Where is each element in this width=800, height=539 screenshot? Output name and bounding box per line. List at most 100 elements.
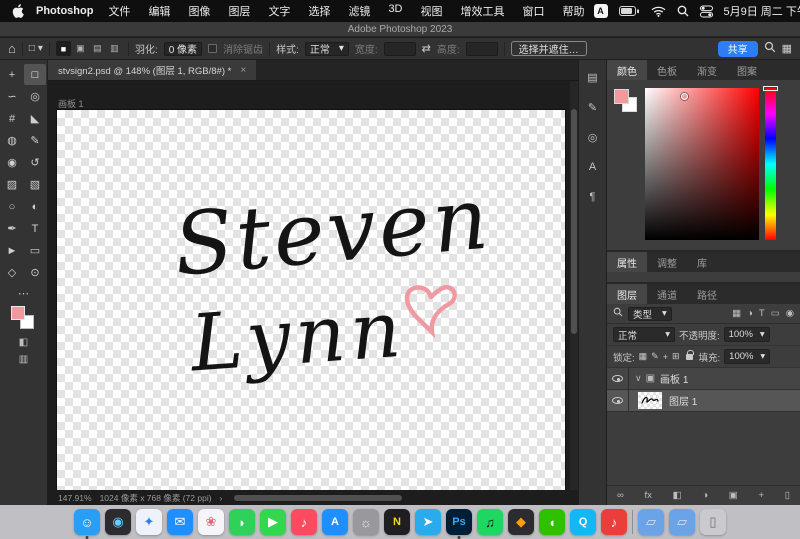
saturation-brightness-field[interactable] — [645, 88, 759, 240]
lock-position[interactable]: + — [663, 352, 668, 362]
tool-type[interactable]: T — [24, 218, 46, 239]
tool-move[interactable]: + — [1, 64, 23, 85]
style-select[interactable]: 正常 ▾ — [305, 42, 349, 56]
tool-lasso[interactable]: ∽ — [1, 86, 23, 107]
zoom-level[interactable]: 147.91% — [58, 493, 92, 503]
document-tab[interactable]: stvsign2.psd @ 148% (图层 1, RGB/8#) * × — [48, 60, 256, 80]
quick-mask-icon[interactable]: ◧ — [19, 337, 28, 348]
tab-swatches[interactable]: 色板 — [647, 60, 687, 80]
tool-quick-selection[interactable]: ◎ — [24, 86, 46, 107]
menu-filter[interactable]: 滤镜 — [339, 3, 379, 19]
layer-name[interactable]: 图层 1 — [669, 393, 697, 408]
lock-all-icon[interactable] — [686, 354, 693, 360]
close-icon[interactable]: × — [240, 65, 246, 76]
layer-row-layer1[interactable]: 图层 1 — [607, 390, 800, 412]
panel-icon-paragraph[interactable]: ¶ — [583, 188, 603, 206]
filter-adjustment-layers[interactable]: ◑ — [747, 308, 753, 319]
hue-slider[interactable] — [765, 88, 776, 240]
tool-zoom[interactable]: ⊙ — [24, 262, 46, 283]
mode-add-to-selection[interactable]: ▣ — [73, 41, 88, 56]
opacity-select[interactable]: 100% ▾ — [724, 327, 770, 342]
feather-input[interactable]: 0 像素 — [164, 42, 202, 56]
tool-rectangle[interactable]: ▭ — [24, 240, 46, 261]
mode-intersect-selection[interactable]: ▥ — [107, 41, 122, 56]
width-input[interactable] — [384, 42, 416, 56]
artboard-canvas[interactable]: Steven Lynn — [57, 110, 565, 490]
tool-dodge[interactable]: ◐ — [24, 196, 46, 217]
hue-slider-handle[interactable] — [763, 86, 778, 91]
home-screen-icon[interactable]: ⌂ — [8, 41, 16, 56]
chevron-right-icon[interactable]: › — [220, 493, 223, 503]
control-center-icon[interactable] — [700, 5, 713, 18]
new-group[interactable]: ▣ — [729, 490, 738, 501]
fill-select[interactable]: 100% ▾ — [724, 349, 770, 364]
share-button[interactable]: 共享 — [718, 41, 758, 57]
dock-facetime[interactable]: ▶ — [260, 509, 286, 535]
blend-mode-select[interactable]: 正常 ▾ — [613, 327, 675, 342]
foreground-color-swatch[interactable] — [11, 306, 25, 320]
tool-blur[interactable]: ○ — [1, 196, 23, 217]
dock-safari[interactable]: ✦ — [136, 509, 162, 535]
lock-pixels[interactable]: ✎ — [651, 351, 659, 362]
dock-photoshop[interactable]: Ps — [446, 509, 472, 535]
vertical-scrollbar[interactable] — [569, 81, 578, 490]
tool-preset-picker[interactable]: □ ▾ — [29, 43, 43, 54]
tab-patterns[interactable]: 图案 — [727, 60, 767, 80]
dock-app-store[interactable]: A — [322, 509, 348, 535]
panel-icon-clone-source[interactable]: ◎ — [583, 128, 603, 146]
battery-icon[interactable] — [619, 6, 640, 17]
horizontal-scrollbar-thumb[interactable] — [234, 495, 402, 501]
mode-new-selection[interactable]: ■ — [56, 41, 71, 56]
dock-mail[interactable]: ✉ — [167, 509, 193, 535]
edit-toolbar-icon[interactable]: ⋯ — [0, 287, 47, 300]
dock-messages[interactable]: ◗ — [229, 509, 255, 535]
filter-shape-layers[interactable]: ▭ — [771, 308, 780, 319]
workspace-switcher-icon[interactable]: ▦ — [782, 42, 792, 55]
dock-music[interactable]: ♪ — [291, 509, 317, 535]
tool-path-selection[interactable]: ► — [1, 240, 23, 261]
layer-thumbnail[interactable] — [637, 391, 663, 410]
lock-artboard[interactable]: ⊞ — [672, 351, 680, 362]
filter-pixel-layers[interactable]: ▦ — [732, 308, 741, 319]
dock-settings[interactable]: ☼ — [353, 509, 379, 535]
mode-subtract-from-selection[interactable]: ▤ — [90, 41, 105, 56]
menu-view[interactable]: 视图 — [412, 3, 452, 19]
layer-filter-type-select[interactable]: 类型 ▾ — [628, 307, 672, 321]
tab-gradients[interactable]: 渐变 — [687, 60, 727, 80]
menubar-app-name[interactable]: Photoshop — [36, 5, 93, 17]
delete-layer[interactable]: ▯ — [785, 490, 790, 501]
tab-layers[interactable]: 图层 — [607, 284, 647, 304]
color-cursor[interactable] — [681, 93, 688, 100]
vertical-scrollbar-thumb[interactable] — [571, 109, 577, 334]
menu-file[interactable]: 文件 — [99, 3, 139, 19]
menu-help[interactable]: 帮助 — [554, 3, 594, 19]
wifi-icon[interactable] — [651, 6, 666, 17]
apple-menu-icon[interactable] — [12, 4, 24, 18]
dock-finder[interactable]: ☺ — [74, 509, 100, 535]
tool-crop[interactable]: # — [1, 108, 23, 129]
dock-siri[interactable]: ◉ — [105, 509, 131, 535]
screen-mode-icon[interactable]: ▥ — [19, 354, 28, 365]
layer-name[interactable]: 画板 1 — [660, 371, 688, 386]
layer-row-artboard[interactable]: ∨ ▣ 画板 1 — [607, 368, 800, 390]
panel-icon-character[interactable]: A — [583, 158, 603, 176]
lock-transparency[interactable]: ▦ — [639, 351, 648, 362]
menu-plugins[interactable]: 增效工具 — [452, 3, 514, 19]
menu-edit[interactable]: 编辑 — [139, 3, 179, 19]
tab-color[interactable]: 颜色 — [607, 60, 647, 80]
dock-wechat[interactable]: ◖ — [539, 509, 565, 535]
layer-mask[interactable]: ◧ — [673, 490, 682, 501]
foreground-color-swatch[interactable] — [614, 89, 629, 104]
menu-image[interactable]: 图像 — [179, 3, 219, 19]
tab-paths[interactable]: 路径 — [687, 284, 727, 304]
input-source-icon[interactable]: A — [594, 4, 608, 18]
tool-clone-stamp[interactable]: ◉ — [1, 152, 23, 173]
new-layer[interactable]: + — [758, 490, 764, 501]
artboard-label[interactable]: 画板 1 — [58, 97, 84, 110]
menubar-datetime[interactable]: 5月9日 周二 下午3:22 — [724, 3, 800, 19]
dock-qq[interactable]: Q — [570, 509, 596, 535]
dock-folder-documents[interactable]: ▱ — [638, 509, 664, 535]
menu-layer[interactable]: 图层 — [219, 3, 259, 19]
swap-dimensions-icon[interactable]: ⇄ — [422, 42, 431, 55]
menu-select[interactable]: 选择 — [299, 3, 339, 19]
